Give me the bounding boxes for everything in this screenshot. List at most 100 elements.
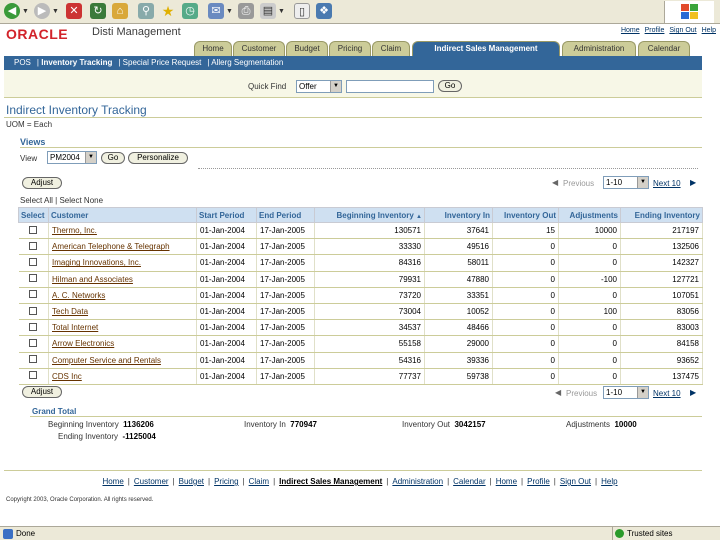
select-all-link[interactable]: Select All xyxy=(20,196,53,205)
row-checkbox[interactable] xyxy=(29,371,38,380)
messenger-icon[interactable]: ❖ xyxy=(316,3,332,19)
quick-find-go-button[interactable]: Go xyxy=(438,80,462,92)
footer-link-calendar[interactable]: Calendar xyxy=(453,477,485,486)
subnav-inventory-tracking[interactable]: Inventory Tracking xyxy=(41,58,112,67)
view-select[interactable]: PM2004 ▼ xyxy=(47,151,97,164)
refresh-icon[interactable]: ↻ xyxy=(90,3,106,19)
customer-link[interactable]: Imaging Innovations, Inc. xyxy=(52,258,141,267)
back-dropdown-icon[interactable]: ▼ xyxy=(22,8,29,15)
tab-indirect-sales-management[interactable]: Indirect Sales Management xyxy=(412,41,560,56)
discuss-icon[interactable]: ▯ xyxy=(294,3,310,19)
row-checkbox[interactable] xyxy=(29,225,38,234)
view-go-button[interactable]: Go xyxy=(101,152,125,164)
previous-link-top[interactable]: Previous xyxy=(563,179,594,188)
row-checkbox[interactable] xyxy=(29,355,38,364)
footer-link-budget[interactable]: Budget xyxy=(179,477,204,486)
tab-pricing[interactable]: Pricing xyxy=(329,41,371,56)
search-icon[interactable]: ⚲ xyxy=(138,3,154,19)
global-link-profile[interactable]: Profile xyxy=(645,27,665,34)
favorites-icon[interactable]: ★ xyxy=(160,3,176,19)
adjust-button-bottom[interactable]: Adjust xyxy=(22,386,62,398)
row-checkbox[interactable] xyxy=(29,241,38,250)
customer-link[interactable]: Total Internet xyxy=(52,323,98,332)
footer-link-pricing[interactable]: Pricing xyxy=(214,477,238,486)
history-icon[interactable]: ◷ xyxy=(182,3,198,19)
footer-link-profile[interactable]: Profile xyxy=(527,477,550,486)
edit-dropdown-icon[interactable]: ▼ xyxy=(278,8,285,15)
footer-link-indirect-sales-management[interactable]: Indirect Sales Management xyxy=(279,477,382,486)
footer-link-administration[interactable]: Administration xyxy=(392,477,443,486)
col-inventory-out[interactable]: Inventory Out xyxy=(492,207,559,223)
stop-icon[interactable]: ✕ xyxy=(66,3,82,19)
row-checkbox[interactable] xyxy=(29,274,38,283)
print-icon[interactable]: ⎙ xyxy=(238,3,254,19)
footer-separator: | xyxy=(242,477,245,486)
next-link-top[interactable]: Next 10 xyxy=(653,179,681,188)
row-checkbox[interactable] xyxy=(29,290,38,299)
footer-link-home[interactable]: Home xyxy=(102,477,123,486)
back-icon[interactable]: ◀ xyxy=(4,3,20,19)
global-link-home[interactable]: Home xyxy=(621,27,640,34)
footer-link-sign-out[interactable]: Sign Out xyxy=(560,477,591,486)
row-checkbox[interactable] xyxy=(29,257,38,266)
subnav-special-price-request[interactable]: Special Price Request xyxy=(123,58,202,67)
edit-icon[interactable]: ▤ xyxy=(260,3,276,19)
forward-icon[interactable]: ▶ xyxy=(34,3,50,19)
col-adjustments[interactable]: Adjustments xyxy=(558,207,621,223)
tab-calendar[interactable]: Calendar xyxy=(638,41,690,56)
col-beginning-inventory[interactable]: Beginning Inventory ▲ xyxy=(314,207,425,223)
customer-link[interactable]: CDS Inc xyxy=(52,372,82,381)
page-range-select-bottom[interactable]: 1-10 ▼ xyxy=(603,386,649,399)
col-inventory-in[interactable]: Inventory In xyxy=(424,207,493,223)
subnav-allerg-segmentation[interactable]: Allerg Segmentation xyxy=(211,58,283,67)
col-end-period[interactable]: End Period xyxy=(256,207,315,223)
customer-link[interactable]: Tech Data xyxy=(52,307,88,316)
end-period-cell: 17-Jan-2005 xyxy=(256,352,315,369)
customer-link[interactable]: Computer Service and Rentals xyxy=(52,356,161,365)
global-link-sign-out[interactable]: Sign Out xyxy=(669,27,696,34)
quick-find-input[interactable] xyxy=(346,80,434,93)
customer-link[interactable]: A. C. Networks xyxy=(52,291,105,300)
col-start-period[interactable]: Start Period xyxy=(196,207,257,223)
next-arrow-icon[interactable]: ▶ xyxy=(690,388,696,397)
dotted-divider xyxy=(198,168,698,169)
view-selected: PM2004 xyxy=(50,153,80,162)
footer-link-home[interactable]: Home xyxy=(496,477,517,486)
page-range-select-top[interactable]: 1-10 ▼ xyxy=(603,176,649,189)
customer-link[interactable]: Arrow Electronics xyxy=(52,339,114,348)
mail-dropdown-icon[interactable]: ▼ xyxy=(226,8,233,15)
inventory-out-cell: 0 xyxy=(492,303,559,321)
footer-link-customer[interactable]: Customer xyxy=(134,477,169,486)
tab-claim[interactable]: Claim xyxy=(372,41,410,56)
mail-icon[interactable]: ✉ xyxy=(208,3,224,19)
footer-link-help[interactable]: Help xyxy=(601,477,617,486)
tab-customer[interactable]: Customer xyxy=(233,41,285,56)
next-arrow-icon[interactable]: ▶ xyxy=(690,178,696,187)
table-row: Imaging Innovations, Inc. 01-Jan-2004 17-J… xyxy=(18,254,703,272)
home-icon[interactable]: ⌂ xyxy=(112,3,128,19)
customer-link[interactable]: American Telephone & Telegraph xyxy=(52,242,170,251)
subnav-pos[interactable]: POS xyxy=(14,58,31,67)
col-customer[interactable]: Customer xyxy=(48,207,197,223)
adjust-button-top[interactable]: Adjust xyxy=(22,177,62,189)
customer-link[interactable]: Thermo, Inc. xyxy=(52,226,97,235)
row-checkbox[interactable] xyxy=(29,306,38,315)
customer-link[interactable]: Hilman and Associates xyxy=(52,275,133,284)
global-link-help[interactable]: Help xyxy=(702,27,716,34)
col-ending-inventory[interactable]: Ending Inventory xyxy=(620,207,703,223)
tab-home[interactable]: Home xyxy=(194,41,232,56)
forward-dropdown-icon[interactable]: ▼ xyxy=(52,8,59,15)
footer-separator: | xyxy=(172,477,175,486)
previous-link-bottom[interactable]: Previous xyxy=(566,389,597,398)
personalize-button[interactable]: Personalize xyxy=(128,152,188,164)
tab-administration[interactable]: Administration xyxy=(562,41,636,56)
row-checkbox[interactable] xyxy=(29,322,38,331)
next-link-bottom[interactable]: Next 10 xyxy=(653,389,681,398)
footer-link-claim[interactable]: Claim xyxy=(249,477,269,486)
tab-budget[interactable]: Budget xyxy=(286,41,328,56)
customer-cell: Imaging Innovations, Inc. xyxy=(48,254,197,272)
select-none-link[interactable]: Select None xyxy=(59,196,103,205)
row-checkbox[interactable] xyxy=(29,338,38,347)
security-zone-label: Trusted sites xyxy=(627,529,673,538)
quick-find-select[interactable]: Offer ▼ xyxy=(296,80,342,93)
